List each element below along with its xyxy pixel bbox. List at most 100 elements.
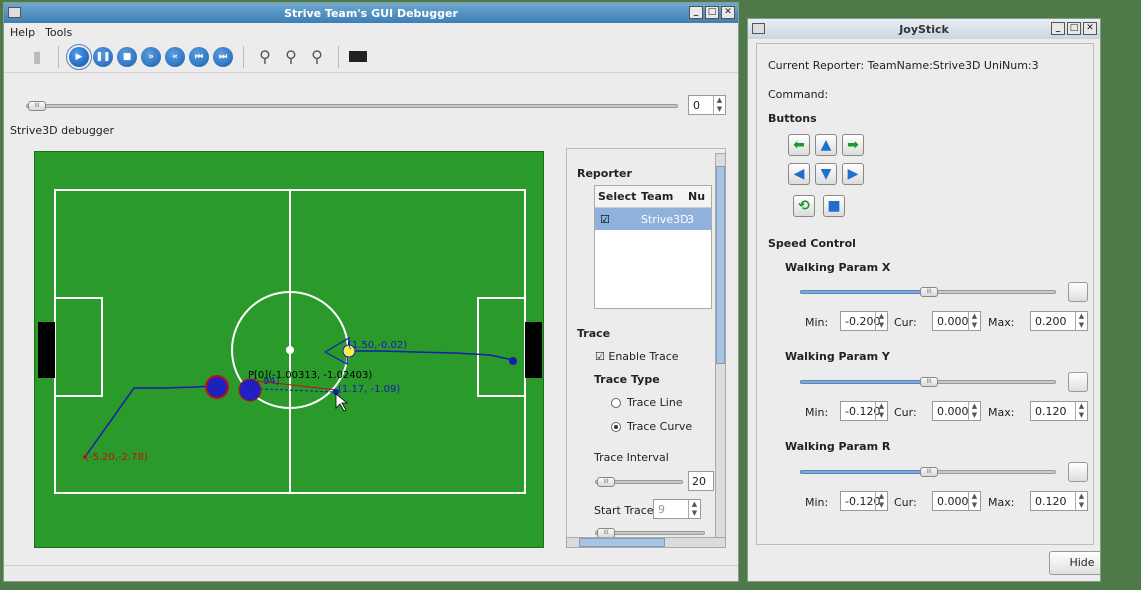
pause-icon[interactable]: ❚❚ [93, 46, 113, 67]
stop-button[interactable]: ■ [823, 195, 845, 217]
maximize-icon[interactable]: □ [1067, 22, 1081, 35]
play-icon[interactable]: ▶ [66, 43, 92, 70]
spin-arrows-icon[interactable]: ▲ ▼ [875, 312, 887, 330]
param-y-slider-handle[interactable]: III [920, 377, 938, 387]
trace-line-option[interactable]: Trace Line [611, 396, 683, 409]
getup-button[interactable]: ⟲ [793, 195, 815, 217]
param-y-max-spinbox[interactable]: 0.120 ▲ ▼ [1030, 401, 1088, 421]
menu-help[interactable]: Help [10, 26, 35, 39]
step-back-icon[interactable]: ⏮ [189, 46, 209, 67]
toolbar: ▮ ▶ ❚❚ ■ » « ⏮ ⏭ ⚲ ⚲ ⚲ [4, 41, 738, 73]
table-row[interactable]: ☑ Strive3D 3 [595, 208, 711, 230]
frame-value: 0 [693, 98, 700, 112]
param-y-cur-spinbox[interactable]: 0.000 ▲ ▼ [932, 401, 981, 421]
statusbar [4, 565, 738, 581]
spin-arrows-icon[interactable]: ▲ ▼ [1075, 312, 1087, 330]
enable-trace-row[interactable]: ☑ Enable Trace [595, 350, 679, 363]
spin-arrows-icon[interactable]: ▲ ▼ [968, 402, 980, 420]
reporter-trace-panel: Reporter Select Team Nu ☑ Strive3D 3 Tra… [566, 148, 726, 548]
trace-curve-left [84, 385, 214, 458]
turn-right-button[interactable]: ➡ [842, 134, 864, 156]
menu-tools[interactable]: Tools [45, 26, 72, 39]
zoom-out-icon[interactable]: ⚲ [280, 46, 302, 68]
step-forward-icon[interactable]: ⏭ [213, 46, 233, 67]
col-num[interactable]: Nu [685, 190, 711, 203]
row-select-checkbox[interactable]: ☑ [595, 213, 637, 226]
panel-vscroll-thumb[interactable] [716, 166, 725, 364]
spin-arrows-icon[interactable]: ▲ ▼ [1075, 402, 1087, 420]
trace-line-label: Trace Line [627, 396, 683, 409]
minimize-icon[interactable]: _ [1051, 22, 1065, 35]
zoom-fit-icon[interactable]: ⚲ [306, 46, 328, 68]
param-x-reset-button[interactable] [1068, 282, 1088, 302]
soccer-field-canvas[interactable]: (1.50,-0.02) P[0](-1.00313, -1.02403) (1… [34, 151, 544, 548]
enable-trace-label: Enable Trace [608, 350, 679, 363]
col-select[interactable]: Select [595, 190, 637, 203]
forward-button[interactable]: ▲ [815, 134, 837, 156]
panel-vscrollbar[interactable] [715, 153, 726, 538]
enable-trace-checkbox[interactable]: ☑ [595, 350, 605, 363]
turn-left-button[interactable]: ⬅ [788, 134, 810, 156]
stop-icon[interactable]: ■ [117, 46, 137, 67]
debugger-window: Strive Team's GUI Debugger _ □ ✕ Help To… [3, 2, 739, 582]
param-y-min-spinbox[interactable]: -0.120 ▲ ▼ [840, 401, 888, 421]
interval-slider-handle[interactable]: III [597, 477, 615, 487]
spin-arrows-icon[interactable]: ▲ ▼ [713, 96, 725, 114]
param-x-slider-handle[interactable]: III [920, 287, 938, 297]
spin-arrows-icon[interactable]: ▲ ▼ [1075, 492, 1087, 510]
joystick-titlebar[interactable]: JoyStick _ □ ✕ [748, 19, 1100, 39]
backward-button[interactable]: ▼ [815, 163, 837, 185]
joystick-title: JoyStick [899, 22, 949, 36]
rewind-icon[interactable]: « [165, 46, 185, 67]
frame-spinbox[interactable]: 0 ▲ ▼ [688, 95, 726, 115]
interval-spinbox[interactable]: 20 [688, 471, 714, 491]
screen-icon[interactable] [349, 51, 367, 62]
minimize-icon[interactable]: _ [689, 6, 703, 19]
zoom-in-icon[interactable]: ⚲ [254, 46, 276, 68]
spin-arrows-icon[interactable]: ▲ ▼ [968, 492, 980, 510]
param-x-max-spinbox[interactable]: 0.200 ▲ ▼ [1030, 311, 1088, 331]
col-team[interactable]: Team [637, 190, 685, 203]
param-x-cur-spinbox[interactable]: 0.000 ▲ ▼ [932, 311, 981, 331]
left-button[interactable]: ◀ [788, 163, 810, 185]
param-r-name: Walking Param R [785, 440, 891, 453]
trace-curve-option[interactable]: Trace Curve [611, 420, 692, 433]
trace-end-point [509, 357, 517, 365]
debugger-titlebar[interactable]: Strive Team's GUI Debugger _ □ ✕ [4, 3, 738, 23]
param-r-slider-handle[interactable]: III [920, 467, 938, 477]
frame-slider-track[interactable] [26, 104, 678, 108]
app-icon [752, 23, 765, 34]
param-x-min-spinbox[interactable]: -0.200 ▲ ▼ [840, 311, 888, 331]
maximize-icon[interactable]: □ [705, 6, 719, 19]
app-icon [8, 7, 21, 18]
close-icon[interactable]: ✕ [721, 6, 735, 19]
radio-trace-line[interactable] [611, 398, 621, 408]
fast-forward-icon[interactable]: » [141, 46, 161, 67]
param-y-slider-fill [800, 380, 924, 384]
spin-arrows-icon[interactable]: ▲ ▼ [688, 500, 700, 518]
param-r-cur-spinbox[interactable]: 0.000 ▲ ▼ [932, 491, 981, 511]
frame-slider-handle[interactable]: III [28, 101, 46, 111]
spin-arrows-icon[interactable]: ▲ ▼ [875, 402, 887, 420]
param-y-reset-button[interactable] [1068, 372, 1088, 392]
start-trace-spinbox[interactable]: 9 ▲ ▼ [653, 499, 701, 519]
param-r-reset-button[interactable] [1068, 462, 1088, 482]
param-r-max-spinbox[interactable]: 0.120 ▲ ▼ [1030, 491, 1088, 511]
param-r-min-spinbox[interactable]: -0.120 ▲ ▼ [840, 491, 888, 511]
right-button[interactable]: ▶ [842, 163, 864, 185]
param-r-max-value: 0.120 [1035, 494, 1067, 508]
panel-hscroll-thumb[interactable] [579, 538, 665, 547]
param-y-cur-label: Cur: [894, 406, 917, 419]
spin-arrows-icon[interactable]: ▲ ▼ [968, 312, 980, 330]
field-svg: (1.50,-0.02) P[0](-1.00313, -1.02403) (1… [38, 189, 542, 494]
spin-arrows-icon[interactable]: ▲ ▼ [875, 492, 887, 510]
trace-curve-label: Trace Curve [627, 420, 693, 433]
open-icon[interactable]: ▮ [26, 46, 48, 68]
param-y-min-label: Min: [805, 406, 829, 419]
close-icon[interactable]: ✕ [1083, 22, 1097, 35]
param-r-max-label: Max: [988, 496, 1015, 509]
hide-button[interactable]: Hide [1049, 551, 1100, 575]
start-trace-value: 9 [658, 502, 665, 516]
radio-trace-curve[interactable] [611, 422, 621, 432]
panel-hscrollbar[interactable] [566, 537, 726, 548]
